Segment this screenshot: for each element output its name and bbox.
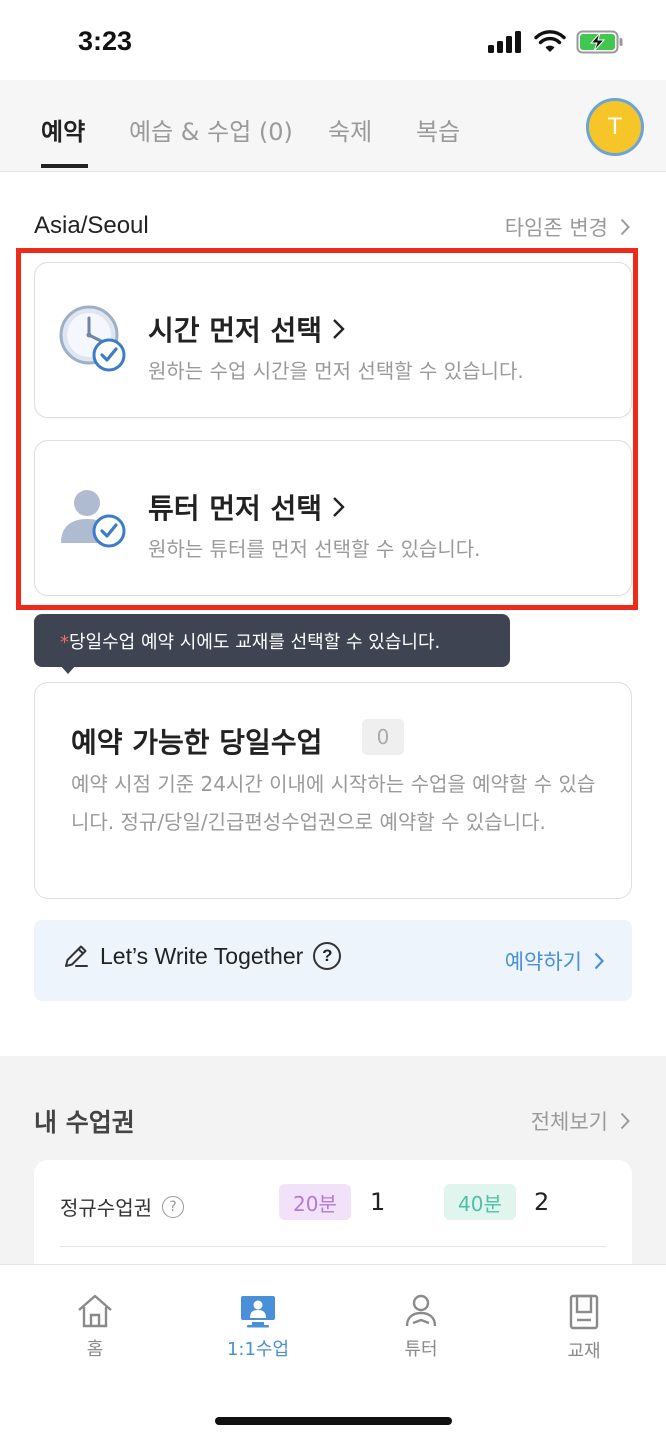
clock-check-icon: [59, 305, 126, 372]
tab-reservation[interactable]: 예약: [41, 112, 85, 147]
tickets-title: 내 수업권: [34, 1108, 135, 1137]
chevron-right-icon: [333, 497, 345, 517]
active-tab-indicator: [41, 164, 88, 168]
chevron-right-icon: [594, 952, 604, 970]
pencil-icon: [65, 945, 88, 967]
nav-home-label: 홈: [86, 1339, 104, 1360]
time-first-title: 시간 먼저 선택: [148, 309, 345, 349]
bottom-nav: 홈 1:1수업 튜터 교재: [0, 1264, 666, 1440]
tutor-first-title-text: 튜터 먼저 선택: [148, 492, 323, 525]
sameday-count-badge: 0: [362, 719, 404, 755]
tab-review[interactable]: 복습: [416, 112, 460, 147]
chevron-right-icon: [333, 319, 345, 339]
tab-prep-lesson[interactable]: 예습 & 수업 (0): [129, 112, 293, 147]
tickets-view-all[interactable]: 전체보기: [531, 1106, 630, 1136]
help-icon[interactable]: ?: [313, 942, 342, 970]
tutor-first-subtitle: 원하는 튜터를 먼저 선택할 수 있습니다.: [148, 537, 481, 561]
tutor-first-card[interactable]: 튜터 먼저 선택 원하는 튜터를 먼저 선택할 수 있습니다.: [34, 440, 632, 596]
home-indicator[interactable]: [215, 1417, 452, 1425]
sameday-description: 예약 시점 기준 24시간 이내에 시작하는 수업을 예약할 수 있습니다. 정…: [71, 772, 596, 834]
divider: [60, 1246, 606, 1247]
lwt-reserve-button[interactable]: 예약하기: [505, 946, 604, 976]
lets-write-together-banner[interactable]: Let’s Write Together ? 예약하기: [34, 920, 632, 1001]
tooltip-star: *: [60, 632, 69, 653]
help-icon[interactable]: ?: [162, 1195, 184, 1218]
tooltip-text: 당일수업 예약 시에도 교재를 선택할 수 있습니다.: [69, 632, 441, 653]
ticket-20min-pill: 20분: [279, 1184, 351, 1220]
nav-home[interactable]: 홈: [35, 1293, 155, 1361]
ticket-40min-count: 2: [534, 1188, 550, 1216]
nav-tutor[interactable]: 튜터: [361, 1293, 481, 1361]
nav-lesson[interactable]: 1:1수업: [198, 1293, 318, 1361]
wifi-icon: [534, 30, 566, 52]
tooltip-arrow: [60, 665, 76, 674]
sameday-card[interactable]: 예약 가능한 당일수업 0 예약 시점 기준 24시간 이내에 시작하는 수업을…: [34, 682, 632, 899]
nav-book-label: 교재: [567, 1341, 601, 1362]
tutor-check-icon: [61, 490, 126, 548]
timezone-label: Asia/Seoul: [34, 212, 149, 239]
time-first-title-text: 시간 먼저 선택: [148, 314, 323, 347]
tab-homework[interactable]: 숙제: [328, 112, 372, 147]
chevron-right-icon: [620, 1112, 630, 1130]
chevron-right-icon: [620, 218, 630, 236]
nav-book[interactable]: 교재: [524, 1293, 644, 1363]
tutor-first-title: 튜터 먼저 선택: [148, 487, 345, 527]
home-icon: [78, 1294, 112, 1328]
tab-header: 예약 예습 & 수업 (0) 숙제 복습 T: [0, 80, 666, 172]
lwt-reserve-label: 예약하기: [504, 950, 582, 974]
status-icons: [488, 30, 624, 54]
timezone-change-link[interactable]: 타임존 변경: [505, 212, 630, 242]
signal-icon: [488, 31, 521, 53]
book-icon: [569, 1294, 599, 1330]
nav-tutor-label: 튜터: [404, 1339, 438, 1360]
timezone-change-label: 타임존 변경: [504, 216, 608, 240]
ticket-row-name: 정규수업권: [60, 1196, 152, 1220]
status-time: 3:23: [78, 26, 133, 56]
lwt-left: Let’s Write Together ?: [62, 942, 342, 970]
battery-charging-icon: [576, 30, 623, 54]
lesson-icon: [241, 1296, 275, 1328]
tutor-icon: [405, 1294, 437, 1327]
sameday-title: 예약 가능한 당일수업: [71, 726, 323, 759]
tooltip: *당일수업 예약 시에도 교재를 선택할 수 있습니다.: [34, 614, 510, 667]
avatar[interactable]: T: [586, 98, 644, 156]
status-bar: 3:23: [0, 0, 666, 80]
time-first-card[interactable]: 시간 먼저 선택 원하는 수업 시간을 먼저 선택할 수 있습니다.: [34, 262, 632, 418]
ticket-20min-count: 1: [370, 1188, 386, 1216]
ticket-40min-pill: 40분: [444, 1184, 516, 1220]
lwt-label: Let’s Write Together: [100, 942, 304, 969]
ticket-row-label: 정규수업권 ?: [60, 1192, 184, 1221]
nav-lesson-label: 1:1수업: [226, 1339, 290, 1360]
tickets-view-all-label: 전체보기: [530, 1110, 608, 1134]
time-first-subtitle: 원하는 수업 시간을 먼저 선택할 수 있습니다.: [148, 359, 524, 383]
